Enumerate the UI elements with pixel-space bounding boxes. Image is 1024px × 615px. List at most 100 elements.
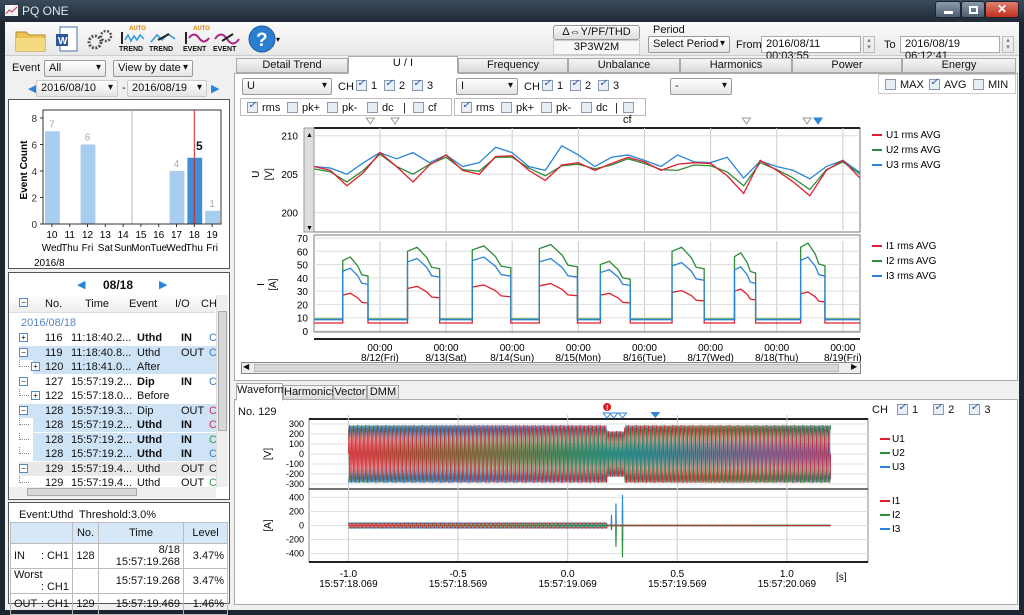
- list-horizontal-scrollbar[interactable]: [9, 487, 216, 498]
- view-mode-select[interactable]: View by date: [113, 60, 193, 77]
- collapse-icon[interactable]: −: [19, 376, 28, 386]
- auto-trend-button[interactable]: AUTO TREND: [119, 26, 147, 54]
- i-ch3-checkbox[interactable]: 3: [598, 78, 619, 92]
- x-tick-timestamp: 15:57:19.069: [538, 579, 597, 590]
- summary-col-no: No.: [72, 522, 99, 544]
- maximize-button[interactable]: [961, 1, 985, 18]
- i-rms-checkbox[interactable]: rms: [461, 100, 494, 114]
- collapse-icon[interactable]: −: [19, 463, 28, 473]
- tab-harmonics[interactable]: Harmonics: [283, 385, 337, 400]
- collapse-icon[interactable]: −: [19, 405, 28, 415]
- i-ch1-checkbox[interactable]: 1: [542, 78, 563, 92]
- event-row[interactable]: −11911:18:40.8...UthdOUTCH: [19, 345, 225, 360]
- u-cf-checkbox[interactable]: cf: [413, 102, 437, 114]
- collapse-icon[interactable]: −: [19, 347, 28, 357]
- col-io[interactable]: I/O: [175, 298, 190, 310]
- min-checkbox[interactable]: MIN: [973, 79, 1008, 91]
- tab-vector[interactable]: Vector: [333, 385, 367, 400]
- from-datetime-input[interactable]: 2016/08/11 00:03:55: [761, 36, 861, 62]
- to-datetime-input[interactable]: 2016/08/19 06:12:41: [900, 36, 1000, 62]
- u-pkplus-checkbox[interactable]: pk+: [287, 102, 320, 114]
- tab-dmm[interactable]: DMM: [367, 385, 399, 400]
- date-from-select[interactable]: 2016/08/10: [36, 80, 118, 97]
- settings-gears-icon[interactable]: [86, 28, 114, 52]
- period-select[interactable]: Select Period: [648, 36, 730, 53]
- date-to-select[interactable]: 2016/08/19: [127, 80, 207, 97]
- x-tick-day: 17: [171, 230, 183, 241]
- i-quantity-select[interactable]: I: [456, 78, 518, 95]
- next-range-arrow-icon[interactable]: ▶: [211, 82, 219, 95]
- event-row[interactable]: 12815:57:19.2...UthdINCH: [19, 432, 225, 447]
- expand-icon[interactable]: +: [31, 391, 40, 400]
- i-pkminus-checkbox[interactable]: pk-: [541, 102, 571, 114]
- next-day-arrow-icon[interactable]: ▶: [159, 278, 167, 291]
- event-row[interactable]: +122 15:57:18.0... Before: [19, 389, 216, 403]
- event-row[interactable]: −12815:57:19.3...DipOUTCH: [19, 403, 225, 418]
- event-row[interactable]: −12915:57:19.4...UthdOUTCH: [19, 461, 225, 476]
- i-ch2-checkbox[interactable]: 2: [570, 78, 591, 92]
- tab-waveform[interactable]: Waveform: [236, 383, 287, 401]
- word-report-icon[interactable]: W: [55, 26, 79, 54]
- event-row[interactable]: +120 11:18:41.0... After: [19, 360, 216, 374]
- tab-u-i[interactable]: U / I: [348, 56, 458, 74]
- row-time: 15:57:19.2...: [71, 419, 133, 431]
- row-event: Before: [137, 390, 170, 402]
- from-spinner[interactable]: ▴ ▾: [863, 36, 875, 53]
- max-checkbox[interactable]: MAX: [885, 79, 924, 91]
- minimize-button[interactable]: [935, 1, 961, 18]
- waveform-chart[interactable]: 3002001000-100-200-3004002000-200-400-1.…: [234, 400, 1014, 600]
- connection-view-button[interactable]: Δ⇔Y/PF/THD: [553, 25, 640, 40]
- event-row[interactable]: 12815:57:19.2...UthdINCH: [19, 447, 225, 461]
- x-tick-weekday: Sun: [114, 243, 132, 254]
- tab-detail-trend[interactable]: Detail Trend: [236, 58, 348, 73]
- u-pkminus-checkbox[interactable]: pk-: [327, 102, 357, 114]
- help-icon[interactable]: ? ▾: [248, 25, 282, 55]
- other-quantity-select[interactable]: -: [670, 78, 732, 95]
- tab-unbalance[interactable]: Unbalance: [568, 58, 680, 73]
- u-ch3-checkbox[interactable]: 3: [412, 78, 433, 92]
- prev-day-arrow-icon[interactable]: ◀: [77, 278, 85, 291]
- scroll-thumb[interactable]: [254, 364, 839, 372]
- avg-checkbox[interactable]: AVG: [929, 77, 966, 91]
- col-event[interactable]: Event: [129, 298, 157, 310]
- u-ch1-checkbox[interactable]: 1: [356, 78, 377, 92]
- u-rms-checkbox[interactable]: rms: [247, 100, 280, 114]
- close-button[interactable]: ✕: [985, 1, 1019, 18]
- window-title: PQ ONE: [22, 4, 69, 18]
- trend-horizontal-scrollbar[interactable]: ◀ ▶: [241, 362, 861, 374]
- trend-chart[interactable]: 200205210 ▲▼U [V]010203040506070I [A]00:008…: [234, 115, 1014, 380]
- collapse-all-icon[interactable]: −: [19, 298, 28, 307]
- i-dc-checkbox[interactable]: dc: [581, 102, 608, 114]
- event-filter-select[interactable]: All: [44, 60, 106, 77]
- legend-u3: U3 rms AVG: [886, 160, 941, 171]
- col-no[interactable]: No.: [45, 298, 62, 310]
- event-row[interactable]: 12815:57:19.2...UthdINCH: [19, 418, 225, 432]
- col-ch[interactable]: CH: [201, 298, 217, 310]
- expand-icon[interactable]: +: [31, 362, 40, 371]
- auto-event-button[interactable]: AUTO EVENT: [183, 26, 211, 54]
- u-type-group: rms pk+ pk- dc | cf: [240, 98, 452, 116]
- expand-icon[interactable]: +: [19, 333, 28, 342]
- to-spinner[interactable]: ▴ ▾: [1002, 36, 1014, 53]
- list-vertical-scrollbar[interactable]: [216, 295, 228, 487]
- trend-buttons: AUTO TREND TREND: [119, 26, 179, 54]
- event-button[interactable]: EVENT: [213, 26, 241, 54]
- event-row[interactable]: −12715:57:19.2...DipINCH: [19, 375, 225, 389]
- tab-harmonics[interactable]: Harmonics: [680, 58, 792, 73]
- summary-col-level: Level: [183, 522, 228, 544]
- i-y-tick-label: 20: [297, 300, 309, 311]
- open-folder-icon[interactable]: [15, 28, 47, 52]
- x-tick-weekday: Sat: [98, 243, 113, 254]
- tab-energy[interactable]: Energy: [902, 58, 1016, 73]
- u-ch2-checkbox[interactable]: 2: [384, 78, 405, 92]
- tab-power[interactable]: Power: [792, 58, 902, 73]
- scroll-left-icon[interactable]: ◀: [243, 362, 249, 371]
- u-quantity-select[interactable]: U: [242, 78, 332, 95]
- col-time[interactable]: Time: [85, 298, 109, 310]
- u-dc-checkbox[interactable]: dc: [367, 102, 394, 114]
- i-pkplus-checkbox[interactable]: pk+: [501, 102, 534, 114]
- trend-button[interactable]: TREND: [149, 26, 177, 54]
- scroll-right-icon[interactable]: ▶: [851, 362, 857, 371]
- tab-frequency[interactable]: Frequency: [458, 58, 568, 73]
- event-row[interactable]: +11611:18:40.2...UthdINCH: [19, 331, 225, 345]
